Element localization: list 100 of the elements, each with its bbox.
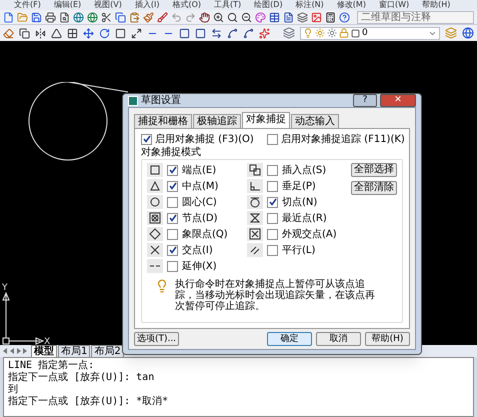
- layout-tab[interactable]: 布局2: [91, 345, 124, 357]
- snap-marker-icon: [249, 196, 261, 208]
- dialog-tab[interactable]: 极轴追踪: [193, 114, 241, 128]
- dialog-tab[interactable]: 动态输入: [291, 114, 339, 128]
- menu-item[interactable]: 帮助(H): [422, 0, 450, 10]
- globe-icon[interactable]: [462, 27, 474, 39]
- rectangle-icon[interactable]: [179, 28, 190, 38]
- menu-item[interactable]: 编辑(E): [54, 0, 82, 10]
- select-button[interactable]: 全部选择: [351, 163, 397, 177]
- menu-item[interactable]: 插入(I): [134, 0, 160, 10]
- copy-icon[interactable]: [19, 28, 30, 38]
- sun-icon: [315, 28, 325, 38]
- command-line: 到: [8, 384, 19, 396]
- curve-icon[interactable]: [243, 28, 254, 38]
- checkbox-label: 启用对象捕捉 (F3)(O): [155, 132, 254, 146]
- sparkle-icon[interactable]: [259, 28, 270, 38]
- rectangle-icon[interactable]: [195, 28, 206, 38]
- checkbox[interactable]: [167, 244, 178, 256]
- dialog-tab[interactable]: 捕捉和栅格: [134, 114, 192, 128]
- layers-icon[interactable]: [297, 12, 308, 22]
- brush-icon[interactable]: [157, 12, 168, 22]
- snap-mode-label: 插入点(S): [282, 164, 326, 178]
- folder-icon[interactable]: [17, 12, 28, 22]
- menu-item[interactable]: 修改(M): [336, 0, 366, 10]
- dialog-title: 草图设置: [141, 94, 182, 106]
- grid-icon[interactable]: [67, 28, 78, 38]
- zoom-out-icon[interactable]: [241, 12, 252, 22]
- palette-icon[interactable]: [255, 12, 266, 22]
- stretch-icon[interactable]: [131, 28, 142, 38]
- menu-item[interactable]: 标注(N): [296, 0, 324, 10]
- copy-icon[interactable]: [115, 12, 126, 22]
- checkbox[interactable]: [267, 228, 278, 240]
- select-button[interactable]: 全部清除: [351, 181, 397, 195]
- checkbox[interactable]: [267, 164, 278, 176]
- menu-item[interactable]: 视图(V): [94, 0, 122, 10]
- table-icon[interactable]: [269, 12, 280, 22]
- printer-icon[interactable]: [45, 12, 56, 22]
- mirror-icon[interactable]: [35, 28, 46, 38]
- tab-scroll-arrows-icon[interactable]: [2, 347, 28, 355]
- checkbox[interactable]: [167, 196, 178, 208]
- scissors-icon[interactable]: [101, 12, 112, 22]
- checkbox[interactable]: [167, 164, 178, 176]
- image-icon[interactable]: [311, 12, 322, 22]
- dialog-button[interactable]: 选项(T)...: [134, 332, 179, 346]
- snap-marker-icon: [149, 180, 161, 192]
- checkbox[interactable]: [167, 228, 178, 240]
- globe-icon[interactable]: [73, 12, 84, 22]
- layout-tab[interactable]: 模型: [31, 345, 57, 357]
- eraser-icon[interactable]: [3, 28, 14, 38]
- preview-icon[interactable]: [59, 12, 70, 22]
- document-icon[interactable]: [283, 12, 294, 22]
- save-icon[interactable]: [31, 12, 42, 22]
- layers-icon[interactable]: [283, 27, 295, 39]
- arrows-icon[interactable]: [211, 28, 222, 38]
- command-line: 指定下一点或 [放弃(U)]: *取消*: [8, 396, 170, 408]
- checkbox[interactable]: [167, 260, 178, 272]
- triangle-icon[interactable]: [51, 28, 62, 38]
- snap-mode-label: 交点(I): [182, 244, 213, 258]
- new-file-icon[interactable]: [3, 12, 14, 22]
- snap-mode-label: 切点(N): [282, 196, 318, 210]
- menu-item[interactable]: 绘图(D): [254, 0, 283, 10]
- checkbox[interactable]: [167, 180, 178, 192]
- layer-dropdown[interactable]: 0: [300, 26, 440, 40]
- layout-tab[interactable]: 布局1: [58, 345, 90, 357]
- snap-marker-icon: [249, 164, 261, 176]
- search-icon[interactable]: [227, 12, 238, 22]
- hint-text: 执行命令时在对象捕捉点上暂停可从该点追踪，当移动光标时会出现追踪矢量，在该点再次暂停可停止追踪。: [175, 279, 375, 312]
- checkbox[interactable]: [267, 134, 278, 144]
- paste-icon[interactable]: [129, 12, 140, 22]
- dialog-button[interactable]: 取消: [316, 332, 361, 346]
- checkbox[interactable]: [167, 212, 178, 224]
- menu-item[interactable]: 格式(O): [172, 0, 202, 10]
- calculator-icon[interactable]: [325, 12, 336, 22]
- close-button[interactable]: ✕: [380, 94, 416, 107]
- checkbox[interactable]: [141, 134, 152, 144]
- snap-mode-label: 外观交点(A): [282, 228, 337, 242]
- help-button[interactable]: ?: [353, 94, 377, 107]
- checkbox[interactable]: [267, 180, 278, 192]
- checkbox[interactable]: [267, 196, 278, 208]
- globe-icon[interactable]: [87, 12, 98, 22]
- move-icon[interactable]: [83, 28, 94, 38]
- paintbrush-icon[interactable]: [143, 12, 154, 22]
- hand-icon[interactable]: [199, 12, 210, 22]
- checkbox[interactable]: [267, 212, 278, 224]
- rotate-icon[interactable]: [99, 28, 110, 38]
- workspace-field[interactable]: 二维草图与注释: [357, 10, 474, 24]
- curve-icon[interactable]: [227, 28, 238, 38]
- dialog-button[interactable]: 帮助(H): [365, 332, 410, 346]
- menu-item[interactable]: 窗口(W): [378, 0, 410, 10]
- group-title: 对象捕捉模式: [141, 147, 201, 159]
- dialog-tab[interactable]: 对象捕捉: [242, 112, 290, 128]
- square-icon[interactable]: [115, 28, 126, 38]
- help-icon[interactable]: [339, 12, 350, 22]
- zoom-in-icon[interactable]: [213, 12, 224, 22]
- menu-item[interactable]: 文件(F): [14, 0, 41, 10]
- menu-item[interactable]: 工具(T): [214, 0, 242, 10]
- snap-mode-label: 端点(E): [182, 164, 216, 178]
- dialog-button[interactable]: 确定: [267, 332, 312, 346]
- checkbox[interactable]: [267, 244, 278, 256]
- snap-marker-icon: [149, 196, 161, 208]
